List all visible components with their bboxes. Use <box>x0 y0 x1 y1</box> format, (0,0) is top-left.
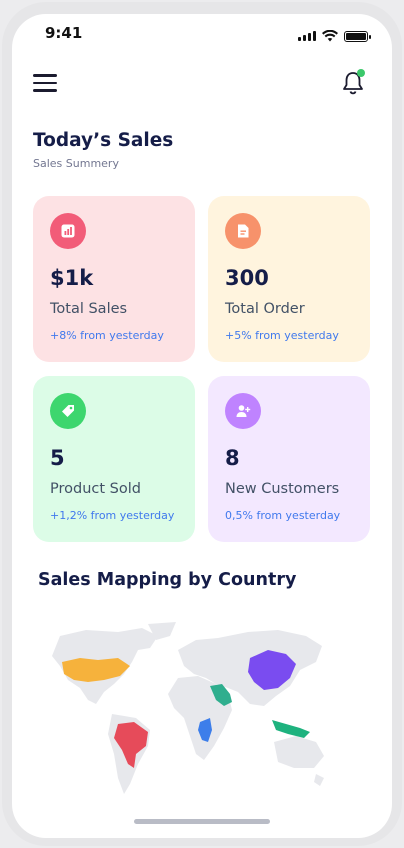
page-subtitle: Sales Summery <box>33 157 119 170</box>
card-value: $1k <box>50 266 94 290</box>
status-time: 9:41 <box>45 24 83 42</box>
card-total-sales[interactable]: $1k Total Sales +8% from yesterday <box>33 196 195 362</box>
bar-chart-icon <box>50 213 86 249</box>
card-change: 0,5% from yesterday <box>225 509 341 522</box>
card-total-order[interactable]: 300 Total Order +5% from yesterday <box>208 196 370 362</box>
notification-dot <box>357 69 365 77</box>
card-change: +5% from yesterday <box>225 329 339 342</box>
cellular-signal-icon <box>298 31 316 41</box>
card-label: Total Order <box>225 301 305 317</box>
home-indicator <box>134 819 270 824</box>
document-icon <box>225 213 261 249</box>
card-value: 5 <box>50 446 65 470</box>
card-new-customers[interactable]: 8 New Customers 0,5% from yesterday <box>208 376 370 542</box>
card-product-sold[interactable]: 5 Product Sold +1,2% from yesterday <box>33 376 195 542</box>
hamburger-menu-icon[interactable] <box>33 74 57 92</box>
battery-level <box>346 32 366 40</box>
card-value: 8 <box>225 446 240 470</box>
battery-icon <box>344 30 371 42</box>
card-label: New Customers <box>225 481 340 497</box>
card-value: 300 <box>225 266 269 290</box>
page-title: Today’s Sales <box>33 130 174 151</box>
card-change: +1,2% from yesterday <box>50 509 175 522</box>
status-bar: 9:41 <box>12 14 392 58</box>
card-change: +8% from yesterday <box>50 329 164 342</box>
notification-bell-icon[interactable] <box>340 69 366 97</box>
card-label: Total Sales <box>50 301 128 317</box>
add-user-icon <box>225 393 261 429</box>
tag-icon <box>50 393 86 429</box>
world-landmass <box>52 622 324 794</box>
country-usa[interactable] <box>62 658 130 682</box>
map-title: Sales Mapping by Country <box>38 570 297 590</box>
wifi-icon <box>322 30 338 42</box>
status-icons <box>298 30 371 42</box>
country-indonesia[interactable] <box>272 720 310 738</box>
card-label: Product Sold <box>50 481 141 497</box>
world-map <box>52 622 324 794</box>
